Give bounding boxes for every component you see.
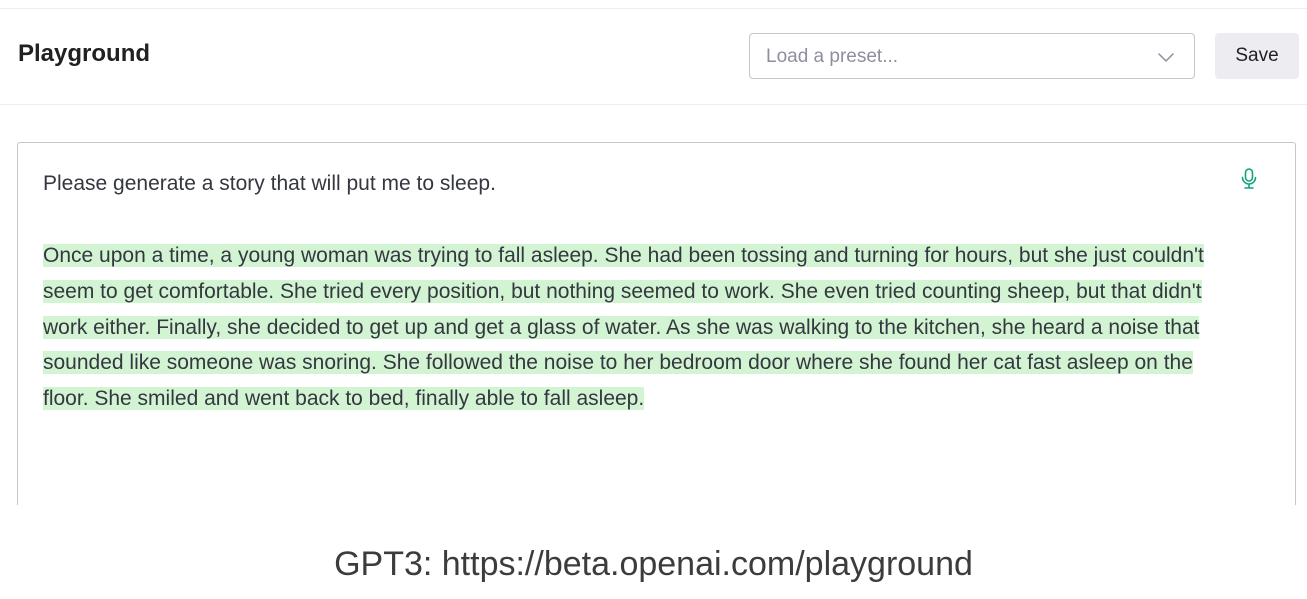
save-button[interactable]: Save <box>1215 33 1299 79</box>
page-title: Playground <box>18 40 151 67</box>
preset-select[interactable]: Load a preset... <box>749 33 1195 79</box>
preset-placeholder: Load a preset... <box>766 46 899 67</box>
prompt-text: Please generate a story that will put me… <box>43 172 496 195</box>
caption: GPT3: https://beta.openai.com/playground <box>334 545 973 583</box>
completion-block: Once upon a time, a young woman was tryi… <box>43 238 1243 417</box>
chevron-down-icon <box>1158 53 1174 62</box>
header-divider <box>0 104 1307 105</box>
playground-header: Playground Load a preset... Save <box>0 9 1307 104</box>
microphone-icon[interactable] <box>1239 167 1259 191</box>
prompt-editor[interactable]: Please generate a story that will put me… <box>17 142 1296 505</box>
completion-text: Once upon a time, a young woman was tryi… <box>43 244 1204 411</box>
